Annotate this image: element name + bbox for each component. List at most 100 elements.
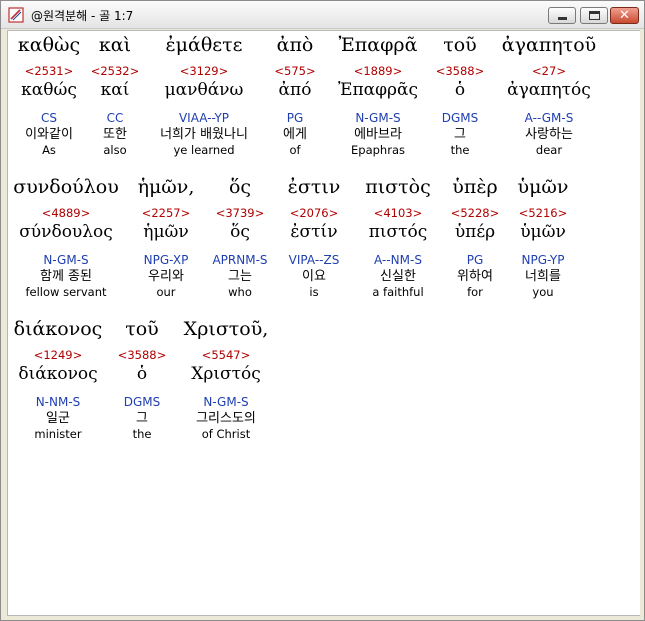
strong-number[interactable]: <1889>	[326, 64, 430, 78]
strong-number[interactable]: <2532>	[88, 64, 142, 78]
parsing-code: A--NM-S	[374, 253, 422, 267]
title-bar[interactable]: @원격분해 - 골 1:7 ✕	[1, 1, 644, 29]
strong-number[interactable]: <5228>	[442, 206, 508, 220]
english-gloss: the	[450, 143, 470, 157]
greek-word: καὶ	[98, 34, 132, 56]
english-gloss: for	[467, 285, 483, 299]
greek-word: τοῦ	[125, 318, 159, 340]
app-icon	[8, 7, 24, 23]
word-cell[interactable]: Χριστοῦ, <5547> Χριστός N-GM-S 그리스도의 of …	[174, 317, 278, 441]
korean-gloss: 에게	[283, 127, 307, 142]
maximize-button[interactable]	[580, 7, 608, 24]
strong-number[interactable]: <2257>	[130, 206, 202, 220]
word-cell[interactable]: καὶ <2532> καί CC 또한 also	[88, 33, 142, 157]
strong-number[interactable]: <3588>	[432, 64, 488, 78]
korean-gloss: 함께 종된	[40, 269, 92, 284]
strong-number[interactable]: <4103>	[358, 206, 438, 220]
korean-gloss: 이와같이	[25, 127, 73, 142]
word-cell[interactable]: ὑμῶν <5216> ὑμῶν NPG-YP 너희를 you	[510, 175, 576, 299]
korean-gloss: 그	[136, 411, 148, 426]
word-cell[interactable]: ὅς <3739> ὅς APRNM-S 그는 who	[204, 175, 276, 299]
parsing-code: DGMS	[123, 395, 161, 409]
lemma: ἐστίν	[290, 222, 338, 242]
greek-word: συνδούλου	[13, 176, 119, 198]
parsing-code: N-GM-S	[355, 111, 401, 125]
lemma: σύνδουλος	[19, 222, 113, 242]
korean-gloss: 그리스도의	[196, 411, 256, 426]
english-gloss: of	[289, 143, 301, 157]
greek-word: Χριστοῦ,	[183, 318, 269, 340]
korean-gloss: 신실한	[380, 269, 416, 284]
korean-gloss: 이요	[302, 269, 326, 284]
korean-gloss: 그	[454, 127, 466, 142]
lemma: διάκονος	[18, 364, 98, 384]
word-cell[interactable]: ἐστιν <2076> ἐστίν VIPA--ZS 이요 is	[278, 175, 350, 299]
parsing-code: VIAA--YP	[178, 111, 230, 125]
greek-word: πιστὸς	[365, 176, 431, 198]
strong-number[interactable]: <3588>	[112, 348, 172, 362]
lemma: ἡμῶν	[143, 222, 189, 242]
close-button[interactable]: ✕	[610, 7, 639, 24]
word-cell[interactable]: ἀπὸ <575> ἀπό PG 에게 of	[266, 33, 324, 157]
strong-number[interactable]: <3129>	[146, 64, 262, 78]
word-cell[interactable]: ἡμῶν, <2257> ἡμῶν NPG-XP 우리와 our	[130, 175, 202, 299]
english-gloss: our	[156, 285, 176, 299]
lemma: ὑπέρ	[454, 222, 496, 242]
korean-gloss: 일군	[46, 411, 70, 426]
korean-gloss: 또한	[103, 127, 127, 142]
strong-number[interactable]: <2076>	[278, 206, 350, 220]
greek-word: ὑπὲρ	[452, 176, 498, 198]
word-cell[interactable]: τοῦ <3588> ὁ DGMS 그 the	[112, 317, 172, 441]
parsing-code: N-GM-S	[43, 253, 89, 267]
english-gloss: dear	[535, 143, 563, 157]
strong-number[interactable]: <2531>	[8, 64, 90, 78]
english-gloss: who	[228, 285, 252, 299]
english-gloss: also	[103, 143, 127, 157]
word-cell[interactable]: ὑπὲρ <5228> ὑπέρ PG 위하여 for	[442, 175, 508, 299]
lemma: καί	[100, 80, 130, 100]
word-cell[interactable]: καθὼς <2531> καθώς CS 이와같이 As	[8, 33, 90, 157]
parsing-code: VIPA--ZS	[288, 253, 340, 267]
strong-number[interactable]: <3739>	[204, 206, 276, 220]
greek-word: τοῦ	[443, 34, 477, 56]
korean-gloss: 우리와	[148, 269, 184, 284]
lemma: ὁ	[136, 364, 148, 384]
english-gloss: fellow servant	[25, 285, 107, 299]
greek-word: ἀπὸ	[276, 34, 314, 56]
minimize-icon	[558, 17, 567, 20]
app-window: @원격분해 - 골 1:7 ✕ καθὼς <2531> καθώς CS 이와…	[0, 0, 645, 621]
parsing-code: NPG-YP	[521, 253, 565, 267]
parsing-code: DGMS	[441, 111, 479, 125]
word-cell[interactable]: Ἐπαφρᾶ <1889> Ἐπαφρᾶς N-GM-S 에바브라 Epaphr…	[326, 33, 430, 157]
strong-number[interactable]: <5216>	[510, 206, 576, 220]
strong-number[interactable]: <5547>	[174, 348, 278, 362]
parsing-code: PG	[466, 253, 484, 267]
window-title: @원격분해 - 골 1:7	[31, 9, 134, 23]
parsing-code: CC	[106, 111, 124, 125]
strong-number[interactable]: <4889>	[8, 206, 124, 220]
greek-word: ἐστιν	[287, 176, 341, 198]
word-cell[interactable]: τοῦ <3588> ὁ DGMS 그 the	[432, 33, 488, 157]
strong-number[interactable]: <27>	[490, 64, 608, 78]
word-cell[interactable]: συνδούλου <4889> σύνδουλος N-GM-S 함께 종된 …	[8, 175, 124, 299]
korean-gloss: 너희가 배웠나니	[160, 127, 248, 142]
strong-number[interactable]: <1249>	[8, 348, 108, 362]
word-cell[interactable]: ἀγαπητοῦ <27> ἀγαπητός A--GM-S 사랑하는 dear	[490, 33, 608, 157]
word-cell[interactable]: πιστὸς <4103> πιστός A--NM-S 신실한 a faith…	[358, 175, 438, 299]
english-gloss: of Christ	[201, 427, 251, 441]
parsing-code: APRNM-S	[212, 253, 268, 267]
parsing-code: CS	[41, 111, 57, 125]
lemma: ἀπό	[278, 80, 312, 100]
english-gloss: a faithful	[372, 285, 424, 299]
lemma: ὑμῶν	[520, 222, 566, 242]
panel-bottom-border	[7, 615, 640, 616]
korean-gloss: 그는	[228, 269, 252, 284]
lemma: πιστός	[368, 222, 428, 242]
word-cell[interactable]: διάκονος <1249> διάκονος N-NM-S 일군 minis…	[8, 317, 108, 441]
strong-number[interactable]: <575>	[266, 64, 324, 78]
minimize-button[interactable]	[548, 7, 576, 24]
lemma: καθώς	[21, 80, 77, 100]
word-cell[interactable]: ἐμάθετε <3129> μανθάνω VIAA--YP 너희가 배웠나니…	[146, 33, 262, 157]
close-icon: ✕	[619, 8, 630, 23]
english-gloss: you	[532, 285, 554, 299]
